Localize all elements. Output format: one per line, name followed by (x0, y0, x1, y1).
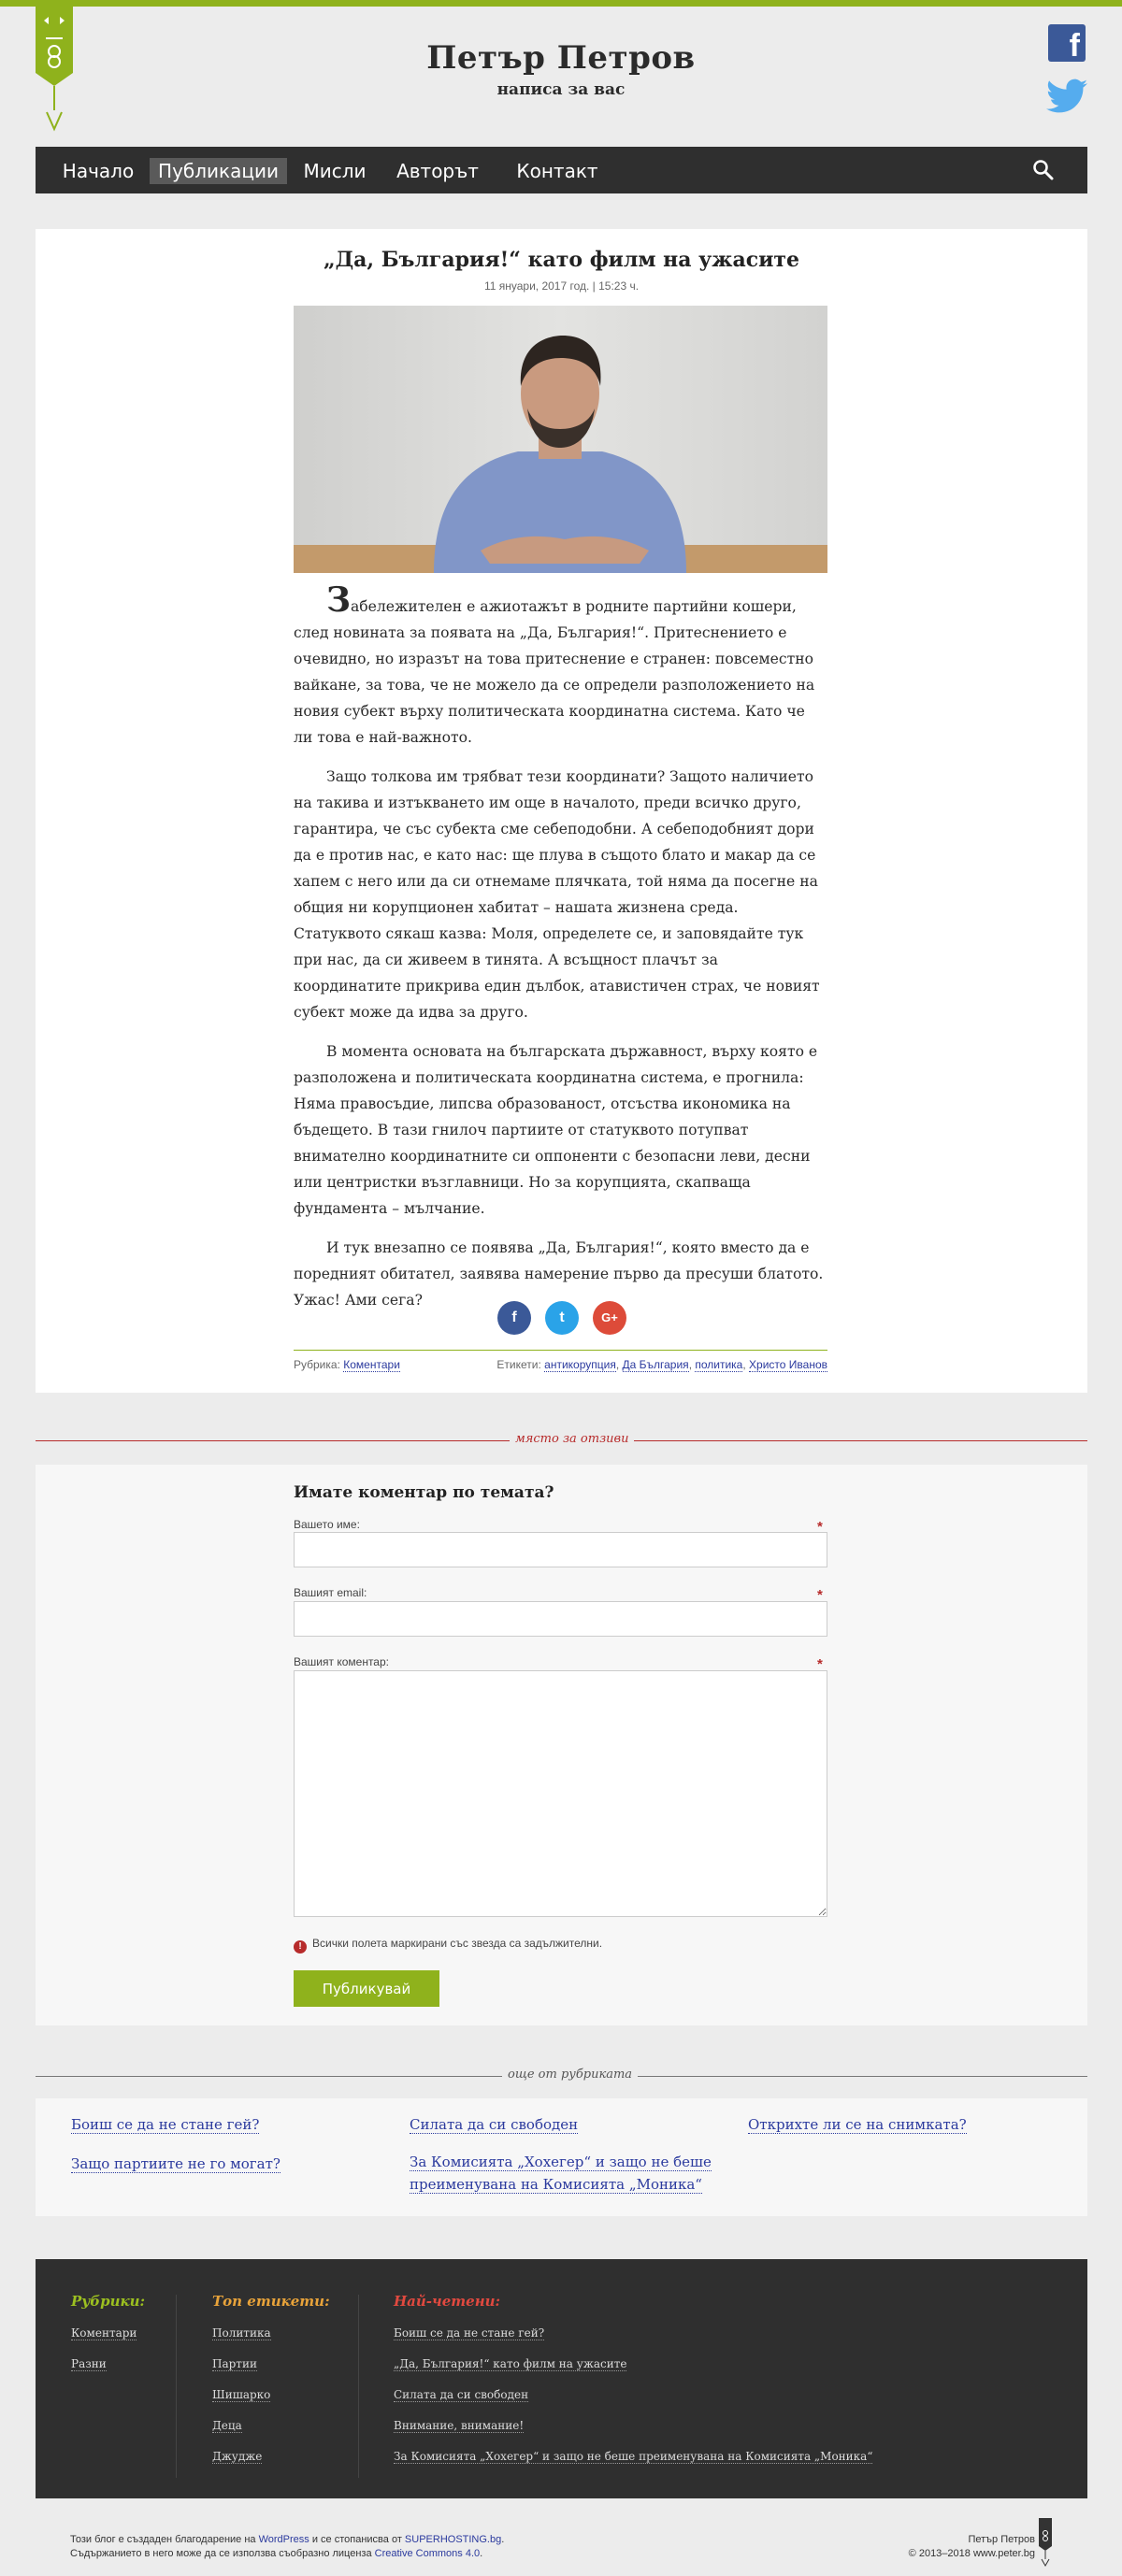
name-label: Вашето име: (294, 1518, 360, 1531)
footer-tag-link[interactable]: Деца (212, 2419, 242, 2433)
tag-link[interactable]: Христо Иванов (749, 1358, 827, 1372)
related-post-link[interactable]: За Комисията „Хохегер“ и защо не беше пр… (410, 2151, 727, 2196)
article-meta-separator (294, 1350, 827, 1351)
site-footer: Рубрики: Коментари Разни Топ етикети: По… (36, 2259, 1087, 2498)
related-post-link[interactable]: Защо партиите не го могат? (71, 2153, 280, 2175)
footer-popular-link[interactable]: „Да, България!“ като филм на ужасите (394, 2357, 627, 2371)
comments-divider-label: място за отзиви (510, 1432, 635, 1446)
share-google-plus-button[interactable]: G+ (593, 1301, 626, 1335)
email-field[interactable] (294, 1601, 827, 1637)
footer-popular-title: Най-четени: (394, 2293, 501, 2310)
footer-divider (176, 2295, 177, 2478)
facebook-glyph: f (1069, 28, 1080, 62)
article-body: Забележителен е ажиотажът в родните парт… (294, 580, 827, 1326)
footer-credits: Този блог е създаден благодарение на Wor… (70, 2534, 505, 2559)
search-icon[interactable] (1032, 159, 1055, 181)
site-subtitle: написа за вас (496, 80, 626, 99)
comment-label: Вашият коментар: (294, 1655, 389, 1668)
footer-tag-link[interactable]: Партии (212, 2357, 257, 2371)
nav-item-contact[interactable]: Контакт (511, 158, 604, 184)
article-photo (294, 306, 827, 573)
article-dropcap: З (326, 580, 351, 620)
article-date: 11 януари, 2017 год. | 15:23 ч. (483, 279, 640, 293)
related-posts: Боиш се да не стане гей? Защо партиите н… (36, 2098, 1087, 2216)
main-navigation: Начало Публикации Мисли Авторът Контакт (36, 147, 1087, 193)
article-card: „Да, България!“ като филм на ужасите 11 … (36, 229, 1087, 1393)
creative-commons-link[interactable]: Creative Commons 4.0 (375, 2548, 481, 2559)
article-title: „Да, България!“ като филм на ужасите (323, 248, 800, 272)
email-label: Вашият email: (294, 1586, 367, 1599)
nav-item-home[interactable]: Начало (62, 158, 135, 184)
small-bookmark-logo-icon[interactable] (1039, 2518, 1052, 2567)
footer-rubric-link[interactable]: Разни (71, 2357, 107, 2371)
footer-divider (358, 2295, 359, 2478)
site-title[interactable]: Петър Петров (0, 39, 1122, 77)
article-paragraph-3: В момента основата на българската държав… (294, 1043, 818, 1217)
article-paragraph-1: Забележителен е ажиотажът в родните парт… (294, 580, 815, 746)
comment-textarea[interactable] (294, 1670, 827, 1917)
article-tags: Етикети: антикорупция, Да България, поли… (496, 1358, 827, 1372)
share-buttons: f t G+ (36, 1301, 1087, 1335)
top-accent-bar (0, 0, 1122, 7)
related-post-link[interactable]: Боиш се да не стане гей? (71, 2113, 260, 2136)
comment-form-title: Имате коментар по темата? (294, 1483, 554, 1502)
footer-rubrics-title: Рубрики: (71, 2293, 146, 2310)
category-link[interactable]: Коментари (343, 1358, 400, 1372)
twitter-icon[interactable] (1046, 79, 1087, 114)
name-field[interactable] (294, 1532, 827, 1567)
related-post-link[interactable]: Открихте ли се на снимката? (748, 2113, 967, 2136)
nav-item-publications[interactable]: Публикации (150, 158, 287, 184)
superhosting-link[interactable]: SUPERHOSTING.bg (405, 2534, 501, 2545)
article-category: Рубрика: Коментари (294, 1358, 400, 1372)
tag-link[interactable]: антикорупция (544, 1358, 616, 1372)
facebook-icon[interactable]: f (1048, 24, 1086, 62)
footer-copyright: Петър Петров © 2013–2018 www.peter.bg (908, 2534, 1035, 2559)
tag-link[interactable]: политика (695, 1358, 743, 1372)
footer-popular-link[interactable]: Силата да си свободен (394, 2388, 529, 2402)
comment-form: Имате коментар по темата? Вашето име: * … (36, 1465, 1087, 2025)
article-paragraph-2: Защо толкова им трябват тези координати?… (294, 768, 820, 1021)
footer-tags-title: Топ етикети: (212, 2293, 330, 2310)
footer-popular-link[interactable]: За Комисията „Хохегер“ и защо не беше пр… (394, 2450, 873, 2464)
nav-item-thoughts[interactable]: Мисли (302, 158, 367, 184)
footer-rubric-link[interactable]: Коментари (71, 2326, 137, 2340)
footer-tag-link[interactable]: Шишарко (212, 2388, 271, 2402)
alert-icon: ! (294, 1940, 307, 1953)
wordpress-link[interactable]: WordPress (259, 2534, 309, 2545)
footer-tag-link[interactable]: Политика (212, 2326, 271, 2340)
share-twitter-button[interactable]: t (545, 1301, 579, 1335)
publish-button[interactable]: Публикувай (294, 1970, 439, 2007)
footer-tag-link[interactable]: Джудже (212, 2450, 263, 2464)
nav-item-author[interactable]: Авторът (391, 158, 484, 184)
required-fields-note: ! Всички полета маркирани със звезда са з… (294, 1937, 602, 1953)
share-facebook-button[interactable]: f (497, 1301, 531, 1335)
related-divider-label: още от рубриката (502, 2068, 639, 2082)
related-post-link[interactable]: Силата да си свободен (410, 2113, 579, 2136)
tag-link[interactable]: Да България (622, 1358, 689, 1372)
footer-popular-link[interactable]: Боиш се да не стане гей? (394, 2326, 545, 2340)
footer-popular-link[interactable]: Внимание, внимание! (394, 2419, 525, 2433)
